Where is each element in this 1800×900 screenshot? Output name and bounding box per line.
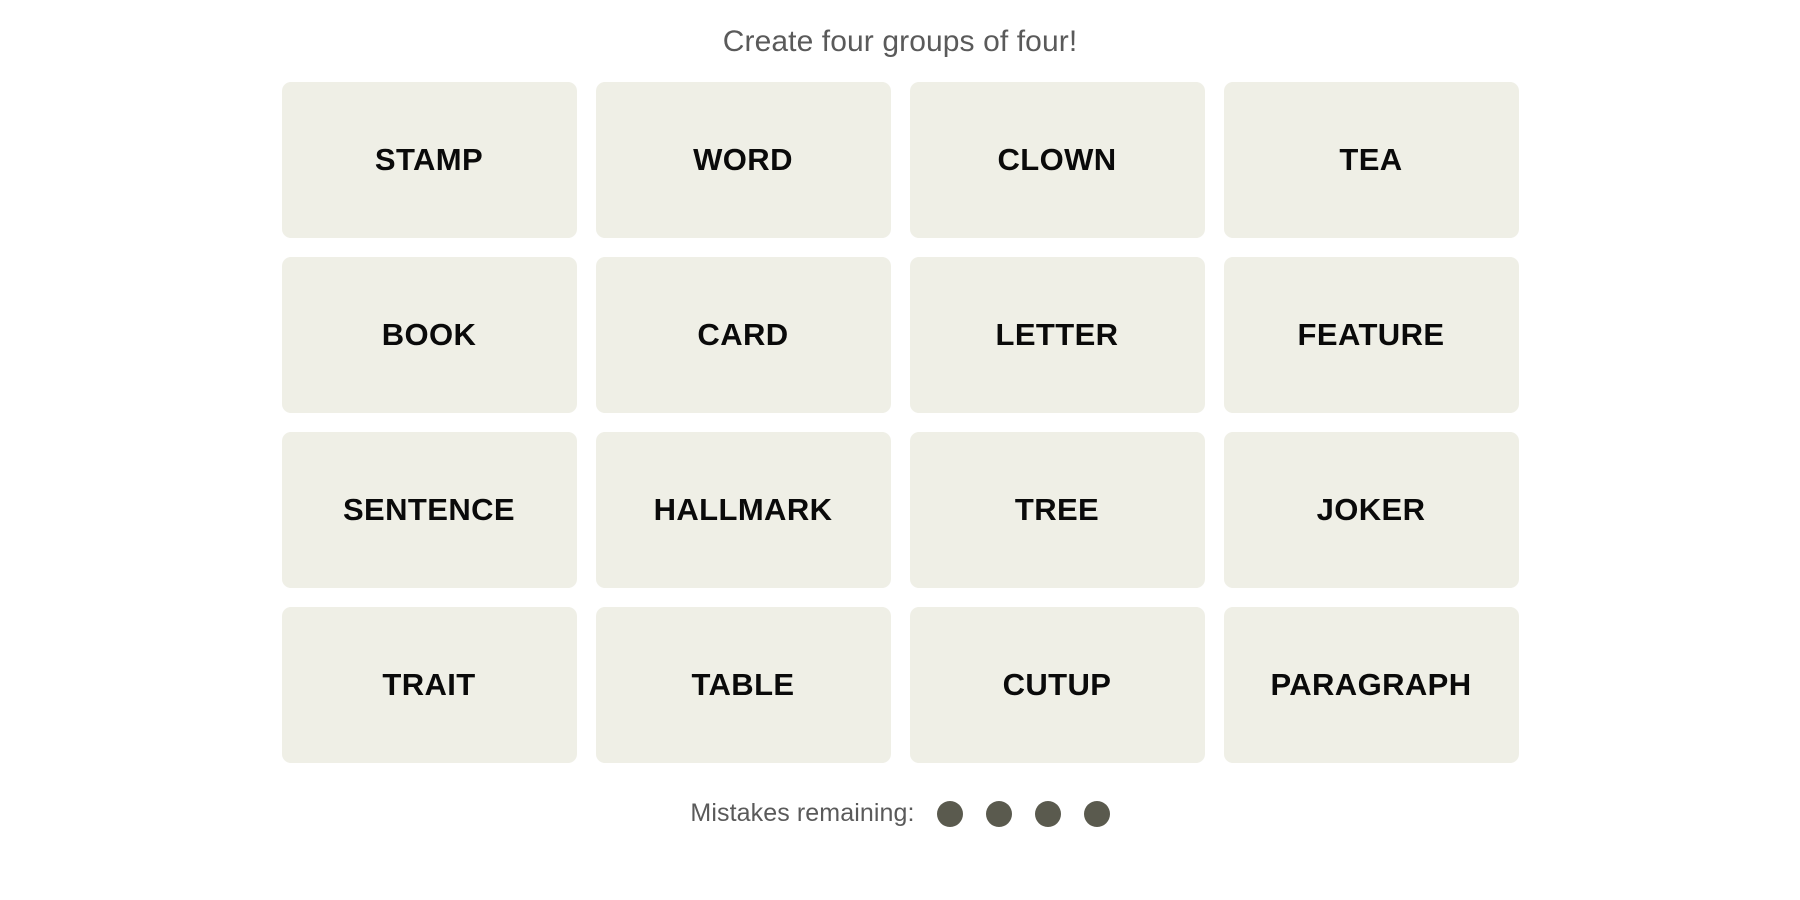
mistakes-remaining-label: Mistakes remaining: (690, 799, 915, 827)
mistake-dot (936, 800, 963, 827)
word-tile[interactable]: CARD (595, 257, 891, 413)
word-tile[interactable]: STAMP (281, 82, 577, 238)
word-tile-label: LETTER (995, 316, 1119, 352)
word-tile[interactable]: HALLMARK (595, 432, 891, 588)
word-tile[interactable]: CLOWN (909, 82, 1205, 238)
word-tile[interactable]: JOKER (1223, 432, 1519, 588)
word-tile-label: PARAGRAPH (1270, 666, 1472, 702)
word-tile-label: CLOWN (997, 141, 1117, 177)
word-tile-label: JOKER (1316, 491, 1426, 527)
word-tile[interactable]: CUTUP (909, 607, 1205, 763)
mistake-dots (936, 800, 1110, 827)
word-tile[interactable]: SENTENCE (281, 432, 577, 588)
word-tile-label: STAMP (374, 141, 484, 177)
word-tile[interactable]: PARAGRAPH (1223, 607, 1519, 763)
word-tile-label: SENTENCE (342, 491, 515, 527)
word-tile[interactable]: TRAIT (281, 607, 577, 763)
word-tile[interactable]: TEA (1223, 82, 1519, 238)
word-tile-label: TABLE (691, 666, 795, 702)
word-tile-label: FEATURE (1297, 316, 1445, 352)
word-tile[interactable]: TABLE (595, 607, 891, 763)
word-tile-label: TEA (1339, 141, 1403, 177)
mistake-dot (1034, 800, 1061, 827)
board-container: STAMP WORD CLOWN TEA BOOK CARD LETTER FEATURE SE… (0, 72, 1800, 763)
mistakes-footer: Mistakes remaining: (0, 799, 1800, 828)
word-tile-label: WORD (693, 141, 793, 177)
word-tile-label: CARD (697, 316, 789, 352)
word-tile-label: TRAIT (382, 666, 476, 702)
instruction-text: Create four groups of four! (722, 25, 1078, 58)
word-tile[interactable]: FEATURE (1223, 257, 1519, 413)
word-tile-label: HALLMARK (653, 491, 833, 527)
word-tile[interactable]: TREE (909, 432, 1205, 588)
word-tile-label: TREE (1014, 491, 1100, 527)
page-header: Create four groups of four! (0, 0, 1800, 72)
word-tile[interactable]: WORD (595, 82, 891, 238)
mistake-dot (985, 800, 1012, 827)
mistake-dot (1083, 800, 1110, 827)
word-tile-label: CUTUP (1002, 666, 1112, 702)
word-tile[interactable]: BOOK (281, 257, 577, 413)
word-tile[interactable]: LETTER (909, 257, 1205, 413)
word-grid: STAMP WORD CLOWN TEA BOOK CARD LETTER FEATURE SE… (281, 82, 1519, 763)
word-tile-label: BOOK (381, 316, 477, 352)
